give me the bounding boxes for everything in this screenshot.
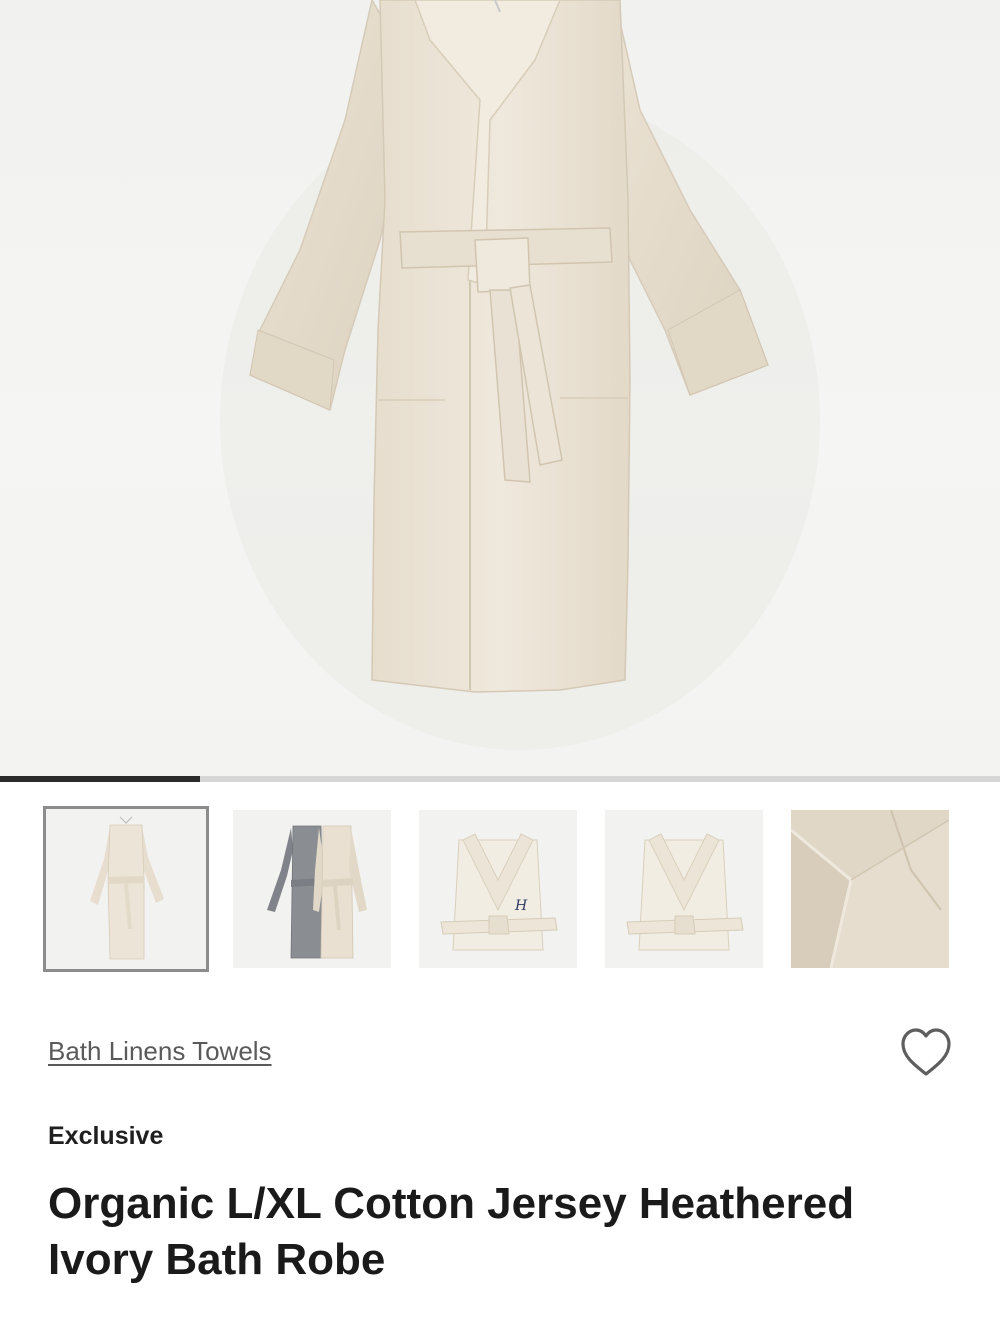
thumbnail-folded-robe-monogram[interactable]: H — [419, 810, 577, 968]
thumbnail-strip: H — [0, 806, 1000, 972]
product-detail-page: H Bath Linens Towels Exclusive Organic L… — [0, 0, 1000, 1333]
gray-and-ivory-robes-image — [233, 810, 391, 968]
fabric-closeup-image — [791, 810, 949, 968]
thumbnail-gray-and-ivory-robes[interactable] — [233, 810, 391, 968]
exclusive-badge: Exclusive — [48, 1122, 164, 1150]
product-title: Organic L/XL Cotton Jersey Heathered Ivo… — [48, 1179, 855, 1284]
thumbnail-ivory-robe-hanging[interactable] — [43, 806, 209, 972]
heart-outline-icon — [901, 1028, 951, 1076]
bath-robe-hanging-ivory-image — [220, 0, 820, 750]
hero-image[interactable] — [0, 0, 1000, 776]
thumbnail-folded-robe[interactable] — [605, 810, 763, 968]
robe-hanging-thumbnail-image — [46, 809, 206, 969]
svg-text:H: H — [514, 898, 528, 914]
thumbnail-fabric-closeup[interactable] — [791, 810, 949, 968]
category-breadcrumb-link[interactable]: Bath Linens Towels — [48, 1036, 272, 1067]
wishlist-button[interactable] — [898, 1026, 954, 1080]
carousel-progress-track[interactable] — [0, 776, 1000, 782]
folded-robe-image — [605, 810, 763, 968]
folded-robe-monogram-image: H — [419, 810, 577, 968]
carousel-progress-indicator — [0, 776, 200, 782]
